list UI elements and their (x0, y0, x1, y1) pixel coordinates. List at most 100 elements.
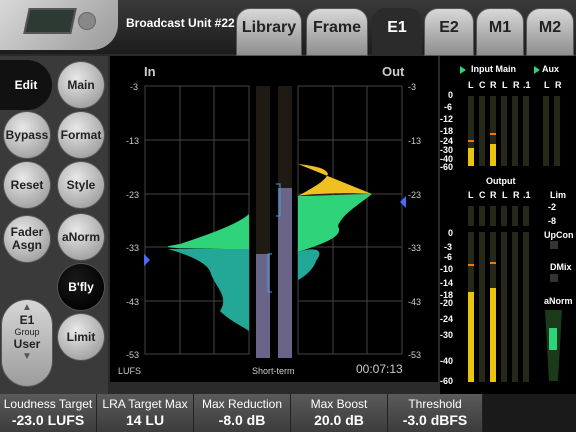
out-scale-2: -6 (444, 252, 453, 262)
scale-right-0: -3 (408, 82, 417, 92)
lra-target-param[interactable]: LRA Target Max 14 LU (97, 394, 194, 432)
scale-right-3: -33 (408, 243, 422, 253)
anorm-button[interactable]: aNorm (58, 214, 104, 260)
lim-scale-0: -2 (548, 202, 557, 212)
param-value: -3.0 dBFS (402, 412, 468, 428)
level-meters: Input Main Aux L C R L R .1 L R 0 -6 -12… (440, 56, 576, 394)
in-ch-2: R (490, 80, 497, 90)
anorm-meter-label: aNorm (544, 296, 573, 306)
in-ch-1: C (479, 80, 486, 90)
unit-title: Broadcast Unit #22 (126, 16, 235, 30)
in-scale-3: -18 (440, 126, 454, 136)
in-scale-1: -6 (444, 102, 453, 112)
out-scale-3: -10 (440, 264, 454, 274)
bfly-button[interactable]: B'fly (58, 264, 104, 310)
bypass-button[interactable]: Bypass (4, 112, 50, 158)
histogram-svg (144, 85, 406, 358)
tab-e2[interactable]: E2 (424, 8, 474, 56)
in-scale-2: -12 (440, 114, 454, 124)
param-label: Max Boost (310, 397, 368, 411)
group-value: User (13, 337, 41, 351)
in-ch-3: L (502, 80, 508, 90)
loudness-display: In Out -3 -13 -23 -33 -43 -53 -3 -13 -23… (110, 56, 438, 382)
out-scale-8: -30 (440, 330, 454, 340)
aux-label: Aux (542, 64, 560, 74)
out-scale-1: -3 (444, 242, 453, 252)
scale-left-2: -23 (126, 190, 140, 200)
out-ch-5: .1 (523, 190, 531, 200)
tab-frame[interactable]: Frame (306, 8, 368, 56)
out-ch-4: R (513, 190, 520, 200)
group-engine: E1 (19, 313, 35, 327)
lim-label: Lim (550, 190, 567, 200)
out-scale-9: -40 (440, 356, 454, 366)
in-level-marker (144, 254, 150, 266)
in-scale-0: 0 (448, 90, 454, 100)
fader-assign-button[interactable]: Fader Asgn (4, 216, 50, 262)
lim-scale-1: -8 (548, 216, 557, 226)
out-ch-3: L (502, 190, 508, 200)
param-value: 20.0 dB (314, 412, 364, 428)
out-scale-6: -20 (440, 298, 454, 308)
out-ch-1: C (479, 190, 486, 200)
reset-button[interactable]: Reset (4, 162, 50, 208)
tab-e1[interactable]: E1 (372, 8, 422, 56)
in-ch-7: R (555, 80, 562, 90)
format-button[interactable]: Format (58, 112, 104, 158)
param-label: Max Reduction (201, 397, 283, 411)
out-scale-10: -60 (440, 376, 454, 386)
group-label: Group (14, 327, 40, 337)
edit-button[interactable]: Edit (0, 60, 52, 110)
style-button[interactable]: Style (58, 162, 104, 208)
param-label: LRA Target Max (102, 397, 188, 411)
param-value: -8.0 dB (218, 412, 266, 428)
in-ch-0: L (468, 80, 474, 90)
scale-right-5: -53 (408, 350, 422, 360)
scale-right-2: -23 (408, 190, 422, 200)
chevron-down-icon[interactable]: ▼ (2, 351, 52, 362)
param-label: Loudness Target (3, 397, 93, 411)
out-ch-2: R (490, 190, 497, 200)
scale-left-0: -3 (130, 82, 139, 92)
out-level-marker (400, 196, 406, 208)
device-image (0, 0, 118, 50)
out-scale-7: -24 (440, 314, 454, 324)
scale-right-4: -43 (408, 297, 422, 307)
in-scale-7: -60 (440, 162, 454, 172)
group-selector[interactable]: ▲ E1 Group User ▼ (2, 300, 52, 386)
threshold-param[interactable]: Threshold -3.0 dBFS (388, 394, 483, 432)
main-button[interactable]: Main (58, 62, 104, 108)
in-ch-6: L (544, 80, 550, 90)
tab-m2[interactable]: M2 (526, 8, 574, 56)
lufs-label: LUFS (118, 366, 142, 376)
input-main-label: Input Main (471, 64, 516, 74)
scale-left-5: -53 (126, 350, 140, 360)
tab-library[interactable]: Library (236, 8, 302, 56)
scale-left-3: -33 (126, 243, 140, 253)
out-histogram-teal (298, 249, 320, 280)
out-histogram-green (298, 194, 372, 252)
output-label: Output (486, 176, 516, 186)
loudness-target-param[interactable]: Loudness Target -23.0 LUFS (0, 394, 97, 432)
scale-left-1: -13 (126, 136, 140, 146)
scale-right-1: -13 (408, 136, 422, 146)
shortterm-label: Short-term (252, 366, 295, 376)
out-histogram-yellow (298, 164, 372, 196)
param-label: Threshold (408, 397, 462, 411)
max-boost-param[interactable]: Max Boost 20.0 dB (291, 394, 388, 432)
footer-bar: Loudness Target -23.0 LUFS LRA Target Max… (0, 394, 576, 432)
param-value: -23.0 LUFS (11, 412, 85, 428)
max-reduction-param[interactable]: Max Reduction -8.0 dB (194, 394, 291, 432)
in-ch-4: R (513, 80, 520, 90)
chevron-up-icon[interactable]: ▲ (2, 302, 52, 313)
out-scale-0: 0 (448, 228, 454, 238)
upcon-label: UpCon (544, 230, 574, 240)
limit-button[interactable]: Limit (58, 314, 104, 360)
out-ch-0: L (468, 190, 474, 200)
out-scale-4: -14 (440, 278, 454, 288)
tab-m1[interactable]: M1 (476, 8, 524, 56)
fader-assign-label: Fader Asgn (10, 225, 44, 252)
scale-left-4: -43 (126, 297, 140, 307)
in-ch-5: .1 (523, 80, 531, 90)
elapsed-time: 00:07:13 (356, 362, 403, 376)
